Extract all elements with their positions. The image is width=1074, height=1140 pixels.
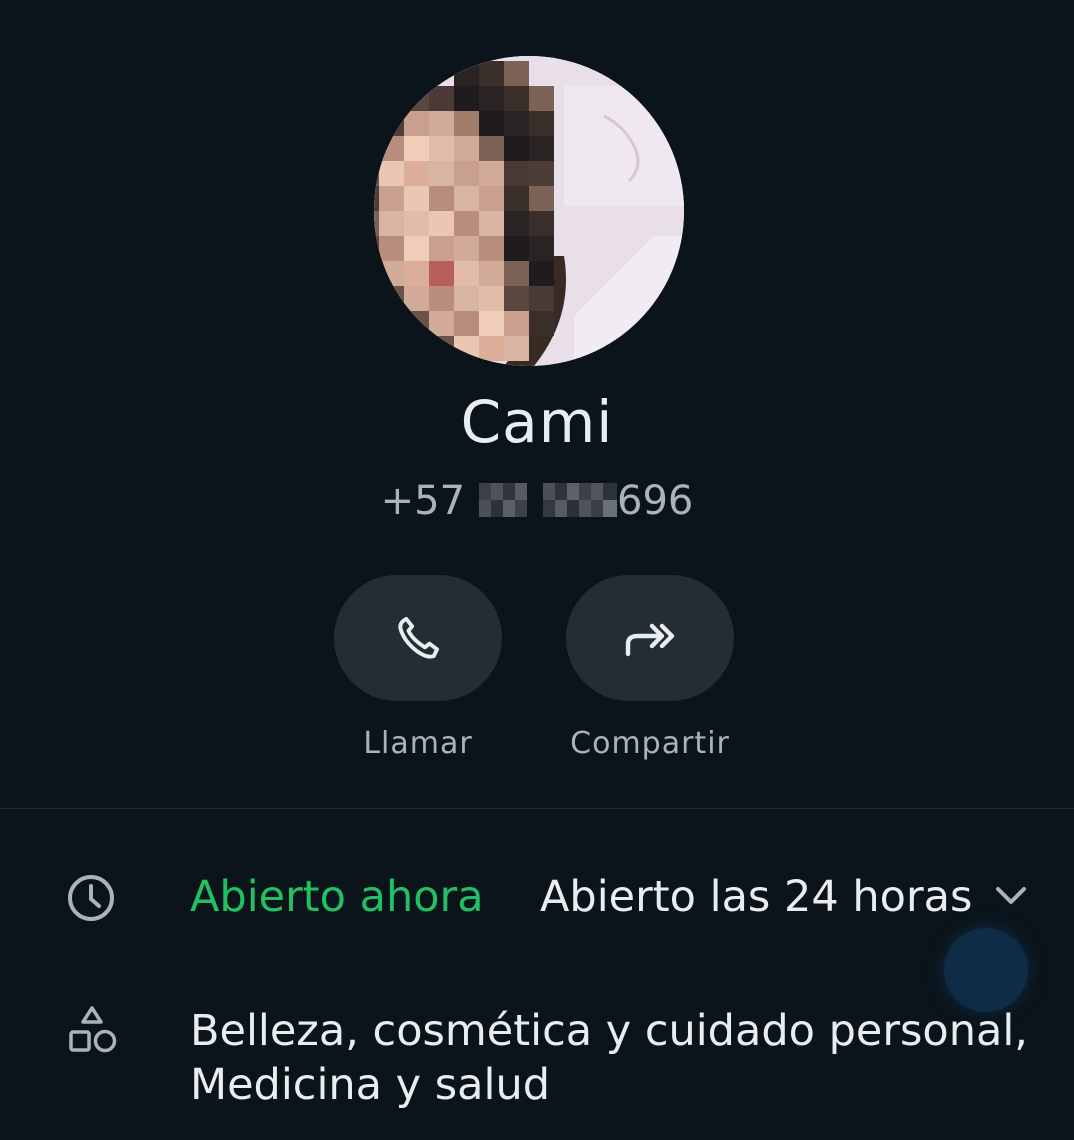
call-button-label: Llamar [363,726,473,761]
profile-photo-pixelated [374,56,684,366]
clock-icon [68,875,114,921]
phone-suffix: 696 [617,478,694,524]
forward-icon [625,623,675,657]
share-button[interactable] [566,575,734,701]
business-info-screen: Cami +57 696 Llamar Compartir Abierto ah… [0,0,1074,1140]
business-category: Belleza, cosmética y cuidado personal, M… [190,1004,1030,1112]
shapes-icon [69,1006,117,1053]
phone-prefix: +57 [380,478,466,524]
category-line: Belleza, cosmética y cuidado personal, [190,1006,1028,1056]
contact-phone: +57 696 [0,478,1074,524]
phone-redaction-mask [543,483,618,517]
contact-name: Cami [460,388,614,456]
call-button[interactable] [334,575,502,701]
floating-action-glow [944,928,1028,1012]
section-divider [0,808,1074,809]
open-status: Abierto ahora [190,872,484,922]
share-button-label: Compartir [570,726,730,761]
chevron-down-icon[interactable] [994,884,1028,908]
avatar[interactable] [374,56,684,366]
category-line: Medicina y salud [190,1060,551,1110]
business-hours: Abierto las 24 horas [540,872,973,922]
phone-redaction-mask [479,483,528,517]
phone-icon [398,616,440,659]
